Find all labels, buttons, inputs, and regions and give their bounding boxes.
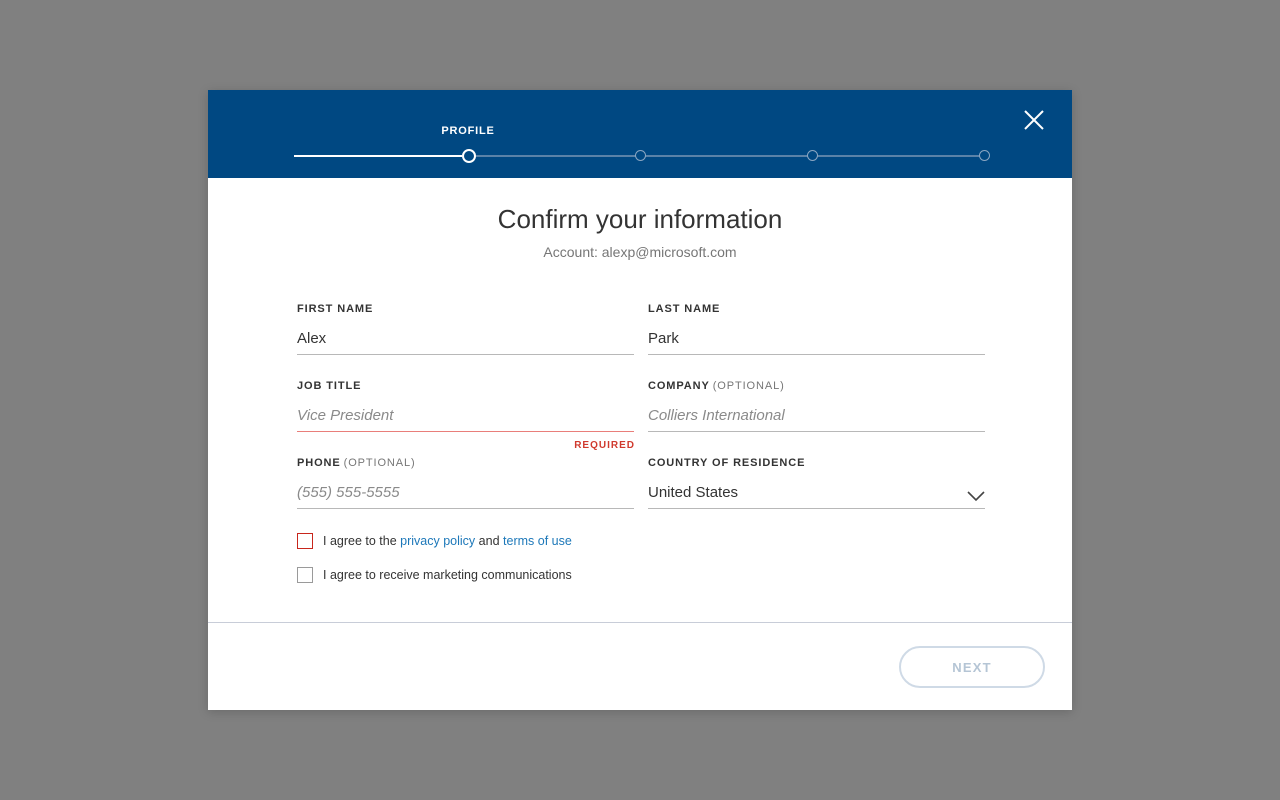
privacy-consent-checkbox[interactable] <box>297 533 313 549</box>
chevron-down-icon[interactable] <box>967 490 985 502</box>
next-button[interactable]: NEXT <box>899 646 1045 688</box>
dialog-title: Confirm your information <box>497 204 783 234</box>
privacy-consent-and: and <box>478 534 500 548</box>
terms-of-use-link[interactable]: terms of use <box>503 534 572 548</box>
account-email: Account: alexp@microsoft.com <box>543 244 737 260</box>
company-field: COMPANY (OPTIONAL) Colliers International <box>648 380 985 432</box>
step-dot-4 <box>979 150 990 161</box>
job-title-input[interactable]: Vice President <box>297 407 634 432</box>
job-title-field: JOB TITLE Vice President REQUIRED <box>297 380 634 451</box>
phone-field: PHONE (OPTIONAL) (555) 555-5555 <box>297 457 634 509</box>
privacy-policy-link[interactable]: privacy policy <box>400 534 475 548</box>
footer-divider <box>208 622 1072 623</box>
country-field: COUNTRY OF RESIDENCE United States <box>648 457 985 509</box>
close-button[interactable] <box>1020 106 1048 134</box>
dialog-header: PROFILE <box>208 90 1072 178</box>
job-title-label: JOB TITLE <box>297 380 362 392</box>
phone-input[interactable]: (555) 555-5555 <box>297 484 634 509</box>
marketing-consent-checkbox[interactable] <box>297 567 313 583</box>
current-step-label: PROFILE <box>441 125 495 137</box>
country-label: COUNTRY OF RESIDENCE <box>648 457 806 469</box>
country-select[interactable]: United States <box>648 484 985 509</box>
phone-optional-tag: (OPTIONAL) <box>343 457 416 469</box>
confirm-info-dialog: PROFILE Confirm your information Account… <box>208 90 1072 710</box>
step-dot-3 <box>807 150 818 161</box>
company-label-text: COMPANY <box>648 380 710 392</box>
company-optional-tag: (OPTIONAL) <box>712 380 785 392</box>
step-dot-1 <box>462 149 476 163</box>
marketing-consent-row: I agree to receive marketing communicati… <box>297 567 572 583</box>
marketing-consent-label: I agree to receive marketing communicati… <box>323 568 572 582</box>
phone-label: PHONE (OPTIONAL) <box>297 457 634 471</box>
last-name-input[interactable]: Park <box>648 330 985 355</box>
stepper-track-completed <box>294 155 462 157</box>
last-name-label: LAST NAME <box>648 303 721 315</box>
first-name-label: FIRST NAME <box>297 303 374 315</box>
close-icon <box>1024 110 1044 130</box>
privacy-consent-prefix: I agree to the <box>323 534 397 548</box>
company-label: COMPANY (OPTIONAL) <box>648 380 985 394</box>
last-name-field: LAST NAME Park <box>648 303 985 355</box>
first-name-input[interactable]: Alex <box>297 330 634 355</box>
first-name-field: FIRST NAME Alex <box>297 303 634 355</box>
job-title-required-error: REQUIRED <box>574 440 635 451</box>
progress-stepper: PROFILE <box>294 120 990 164</box>
stepper-track-remaining <box>474 155 980 157</box>
privacy-consent-row: I agree to the privacy policy and terms … <box>297 533 572 549</box>
company-input[interactable]: Colliers International <box>648 407 985 432</box>
step-dot-2 <box>635 150 646 161</box>
phone-label-text: PHONE <box>297 457 341 469</box>
